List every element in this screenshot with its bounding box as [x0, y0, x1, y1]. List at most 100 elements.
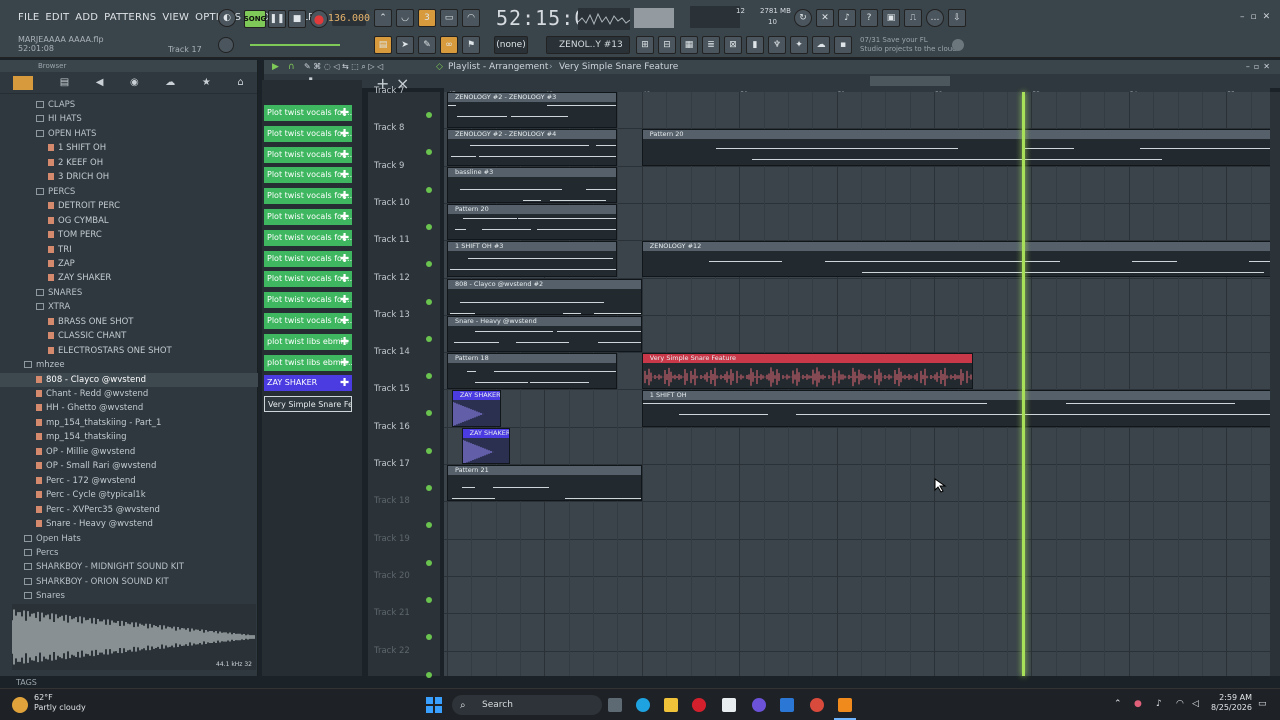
browser-item[interactable]: ZAY SHAKER [0, 271, 258, 285]
notifications-icon[interactable]: ▭ [1258, 699, 1267, 709]
track-name[interactable]: Track 8 [374, 123, 404, 133]
playlist-clip[interactable]: Snare - Heavy @wvstend [447, 315, 642, 353]
pattern-list-item[interactable]: Plot twist vocals for... ✚ [264, 271, 352, 288]
photos-icon[interactable] [780, 698, 794, 712]
tray-app-icon[interactable]: ● [1134, 699, 1142, 709]
pattern-list-item[interactable]: Plot twist vocals for... ✚ [264, 105, 352, 121]
browser-item[interactable]: Snare - Heavy @wvstend [0, 517, 258, 531]
mixer-icon[interactable]: ⊞ [636, 36, 654, 54]
playlist-clip[interactable]: 1 SHIFT OH #3 [447, 241, 618, 278]
browser-item[interactable]: mp_154_thatskiing - Part_1 [0, 416, 258, 430]
metronome-icon[interactable]: ⌃ [374, 9, 392, 27]
menu-item-patterns[interactable]: PATTERNS [104, 12, 156, 23]
track-name[interactable]: Track 22 [374, 646, 410, 656]
track-name[interactable]: Track 16 [374, 422, 410, 432]
browser-plugin-icon[interactable]: ◉ [130, 77, 139, 88]
wifi-icon[interactable]: ◠ [1176, 699, 1184, 709]
menu-item-view[interactable]: VIEW [162, 12, 189, 23]
track-name[interactable]: Track 20 [374, 571, 410, 581]
browser-item[interactable]: HI HATS [0, 112, 258, 126]
link-icon[interactable]: ∞ [440, 36, 458, 54]
pattern-list-item[interactable]: Plot twist vocals for... ✚ [264, 209, 352, 225]
download-icon[interactable]: ⇩ [948, 9, 966, 27]
browser-item[interactable]: 3 DRICH OH [0, 170, 258, 184]
browser-icon[interactable]: ⊠ [724, 36, 742, 54]
chat-icon[interactable]: … [926, 9, 944, 27]
snap-selector[interactable]: (none) [494, 36, 528, 54]
browser-item[interactable]: OPEN HATS [0, 127, 258, 141]
browser-item[interactable]: ELECTROSTARS ONE SHOT [0, 344, 258, 358]
help-icon[interactable]: ? [860, 9, 878, 27]
plugin-icon[interactable]: ⎍ [904, 9, 922, 27]
start-icon[interactable] [426, 697, 442, 713]
track-mute-led[interactable] [426, 485, 432, 491]
browser-item[interactable]: Open Hats [0, 532, 258, 546]
browser-item[interactable]: ZAP [0, 257, 258, 271]
track-name[interactable]: Track 9 [374, 161, 404, 171]
pattern-add-icon[interactable]: ✚ [340, 126, 350, 142]
track-name[interactable]: Track 12 [374, 273, 410, 283]
browser-item[interactable]: OG CYMBAL [0, 214, 258, 228]
playlist-clip[interactable]: 808 - Clayco @wvstend #2 [447, 278, 642, 315]
browser-back-icon[interactable]: ◀ [96, 77, 104, 88]
tempo-display[interactable]: 136.000 [328, 10, 370, 26]
pattern-add-icon[interactable]: ✚ [340, 188, 350, 204]
hint-close-icon[interactable] [952, 39, 964, 51]
track-name[interactable]: Track 7 [374, 86, 404, 96]
clock[interactable]: 2:59 AM 8/25/2026 [1208, 693, 1252, 713]
playlist-clip[interactable]: Pattern 18 [447, 353, 618, 390]
pattern-add-icon[interactable]: ✚ [340, 375, 350, 391]
pattern-add-icon[interactable]: ✚ [340, 209, 350, 225]
master-pitch-knob[interactable] [218, 37, 234, 53]
browser-item[interactable]: Perc - 172 @wvstend [0, 474, 258, 488]
pattern-list-item[interactable]: Plot twist vocals for... ✚ [264, 146, 352, 163]
pencil-icon[interactable]: ✎ [418, 36, 436, 54]
song-mode-button[interactable]: SONG [244, 10, 266, 28]
pattern-add-icon[interactable]: ✚ [340, 167, 350, 183]
magnet-icon[interactable]: ∩ [288, 60, 295, 74]
browser-item[interactable]: SHARKBOY - MIDNIGHT SOUND KIT [0, 560, 258, 574]
countdown-icon[interactable]: 3 [418, 9, 436, 27]
pattern-add-icon[interactable]: ✚ [340, 147, 350, 163]
browser-tag-icon[interactable]: ⌂ [237, 77, 243, 88]
pattern-list-item[interactable]: Plot twist vocals for... ✚ [264, 229, 352, 246]
track-name[interactable]: Track 14 [374, 347, 410, 357]
pattern-song-toggle-icon[interactable]: ◐ [218, 9, 236, 27]
info-icon[interactable]: ▪ [834, 36, 852, 54]
cloud-icon[interactable]: ☁ [812, 36, 830, 54]
pattern-list-item[interactable]: Plot twist vocals for... ✚ [264, 292, 352, 309]
audio-icon[interactable]: ♆ [768, 36, 786, 54]
track-mute-led[interactable] [426, 671, 432, 678]
browser-star-icon[interactable]: ★ [202, 77, 211, 88]
track-mute-led[interactable] [426, 298, 432, 305]
browser-item[interactable]: TOM PERC [0, 228, 258, 242]
tempo-tapper-icon[interactable]: ✦ [790, 36, 808, 54]
track-mute-led[interactable] [426, 335, 432, 342]
playlist-clip[interactable]: ZENOLOGY #2 - ZENOLOGY #4 [447, 129, 618, 166]
chrome-icon[interactable] [810, 698, 824, 712]
browser-item[interactable]: BRASS ONE SHOT [0, 315, 258, 329]
edge-icon[interactable] [636, 698, 650, 712]
playlist-clip[interactable]: ZAY SHAKER [451, 390, 501, 427]
pattern-add-icon[interactable]: ✚ [340, 105, 350, 121]
toolbar-tools[interactable]: ✎ ⌘ ◌ ◁ ⇆ ⬚ ⌕ ▷ ◁ [304, 60, 383, 74]
playlist-clip[interactable]: ZENOLOGY #12 [641, 241, 1270, 278]
browser-item[interactable]: XTRA [0, 300, 258, 314]
pattern-add-icon[interactable]: ✚ [340, 313, 350, 329]
track-name[interactable]: Track 13 [374, 310, 410, 320]
tray-mic-icon[interactable]: ♪ [1156, 699, 1162, 709]
browser-item[interactable]: Chant - Redd @wvstend [0, 387, 258, 401]
plugin-database-icon[interactable]: ▮ [746, 36, 764, 54]
playlist-icon[interactable]: ≣ [702, 36, 720, 54]
browser-item[interactable]: Percs [0, 546, 258, 560]
opera-icon[interactable] [692, 698, 706, 712]
menu-item-edit[interactable]: EDIT [45, 12, 69, 23]
arrangement-grid[interactable]: ZENOLOGY #2 - ZENOLOGY #3 ZENOLOGY #2 - Z… [444, 92, 1270, 676]
wait-input-icon[interactable]: ◡ [396, 9, 414, 27]
tray-chevron-icon[interactable]: ⌃ [1114, 699, 1122, 709]
track-name[interactable]: Track 17 [374, 459, 410, 469]
pattern-list-item[interactable]: Plot twist vocals for... ✚ [264, 313, 352, 329]
menu-item-file[interactable]: FILE [18, 12, 39, 23]
pattern-add-icon[interactable]: ✚ [340, 271, 350, 287]
browser-item[interactable]: mp_154_thatskiing [0, 430, 258, 444]
